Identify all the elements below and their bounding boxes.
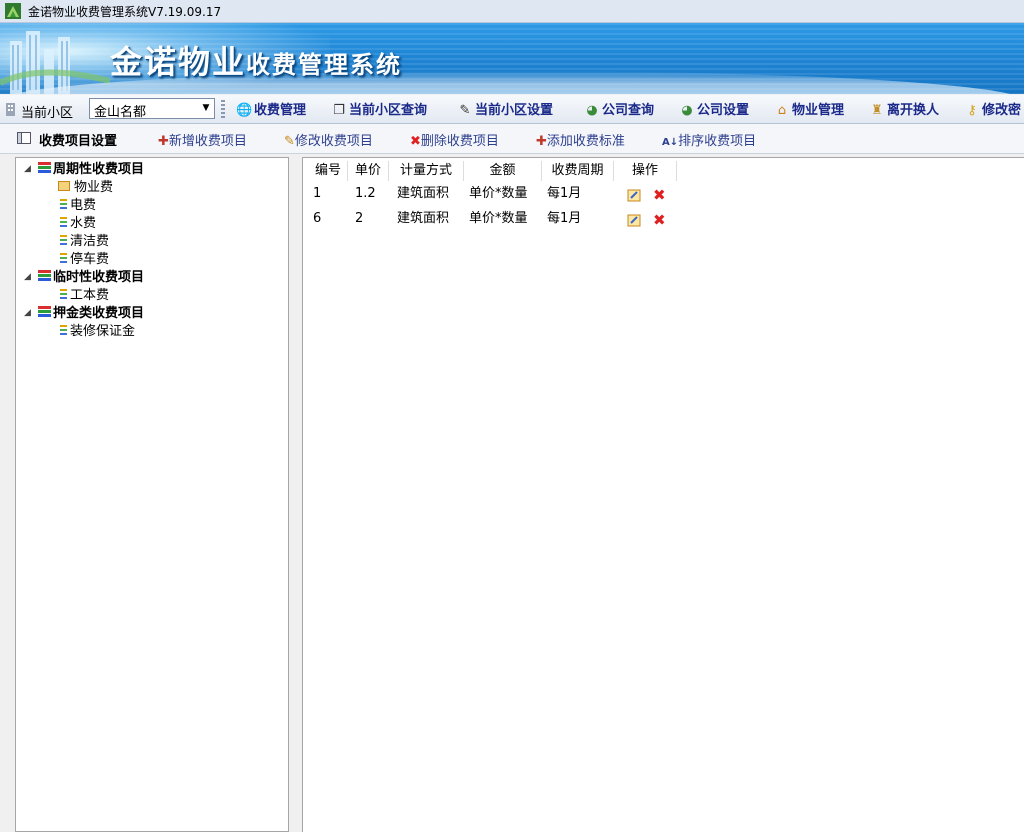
cell-price: 2 <box>355 211 364 226</box>
title-bar: 金诺物业收费管理系统V7.19.09.17 <box>0 0 1024 23</box>
expander-icon[interactable]: ◢ <box>24 164 34 174</box>
tree-group-periodic[interactable]: 周期性收费项目 <box>38 161 144 179</box>
house-icon: ⌂ <box>777 103 787 118</box>
tree-item-property-fee[interactable]: 物业费 <box>58 179 113 197</box>
brand-logo-text: 金诺物业收费管理系统 <box>110 43 403 81</box>
cell-cycle: 每1月 <box>547 211 582 226</box>
cell-amount: 单价*数量 <box>469 211 528 226</box>
item-icon <box>60 288 67 300</box>
column-header-cycle[interactable]: 收费周期 <box>542 161 614 181</box>
charge-standard-grid: 编号 单价 计量方式 金额 收费周期 操作 1 1.2 建筑面积 单价*数量 每… <box>302 157 1024 832</box>
item-icon <box>60 234 67 246</box>
edit-row-icon[interactable] <box>627 188 641 202</box>
tree-item-parking-fee[interactable]: 停车费 <box>60 251 109 269</box>
edit-row-icon[interactable] <box>627 213 641 227</box>
edit-icon: ✎ <box>284 134 295 149</box>
expander-icon[interactable]: ◢ <box>24 308 34 318</box>
switch-user-button[interactable]: ♜ 离开换人 <box>869 99 939 119</box>
tree-item-material-fee[interactable]: 工本费 <box>60 287 109 305</box>
app-logo-icon <box>5 3 21 19</box>
property-management-button[interactable]: ⌂ 物业管理 <box>774 99 844 119</box>
tree-item-electricity-fee[interactable]: 电费 <box>60 197 96 215</box>
item-icon <box>60 198 67 210</box>
cell-amount: 单价*数量 <box>469 186 528 201</box>
sub-toolbar: 收费项目设置 ✚新增收费项目 ✎修改收费项目 ✖删除收费项目 ✚添加收费标准 A… <box>0 124 1024 154</box>
key-icon: ⚷ <box>967 103 977 118</box>
toolbar-grip[interactable] <box>221 100 225 118</box>
delete-row-icon[interactable]: ✖ <box>653 188 666 203</box>
item-icon <box>60 252 67 264</box>
company-query-button[interactable]: ◕ 公司查询 <box>584 99 654 119</box>
building-icon <box>6 103 15 116</box>
delete-row-icon[interactable]: ✖ <box>653 213 666 228</box>
expander-icon[interactable]: ◢ <box>24 272 34 282</box>
category-stack-icon <box>38 306 51 318</box>
cell-cycle: 每1月 <box>547 186 582 201</box>
user-switch-icon: ♜ <box>871 103 883 118</box>
globe-icon: ◕ <box>681 103 693 118</box>
charge-item-tree: ◢ 周期性收费项目 物业费 电费 水费 清洁费 停车费 ◢ 临时性收费项目 工本… <box>15 157 289 832</box>
current-community-query-button[interactable]: ❐ 当前小区查询 <box>331 99 427 119</box>
category-stack-icon <box>38 270 51 282</box>
cell-price: 1.2 <box>355 186 376 201</box>
edit-item-icon <box>58 180 71 192</box>
column-header-price[interactable]: 单价 <box>348 161 389 181</box>
globe-money-icon: 🌐 <box>236 103 253 118</box>
column-header-actions[interactable]: 操作 <box>614 161 677 181</box>
tree-item-cleaning-fee[interactable]: 清洁费 <box>60 233 109 251</box>
edit-charge-item-button[interactable]: ✎修改收费项目 <box>284 130 373 149</box>
app-banner: 金诺物业收费管理系统 <box>0 23 1024 94</box>
column-header-id[interactable]: 编号 <box>309 161 348 181</box>
cell-id: 1 <box>313 186 322 201</box>
charge-management-button[interactable]: 🌐 收费管理 <box>236 99 306 119</box>
page-title: 收费项目设置 <box>39 134 118 149</box>
company-settings-button[interactable]: ◕ 公司设置 <box>679 99 749 119</box>
item-icon <box>60 324 67 336</box>
window-title: 金诺物业收费管理系统V7.19.09.17 <box>28 5 222 19</box>
delete-charge-item-button[interactable]: ✖删除收费项目 <box>410 130 499 149</box>
tree-group-deposit[interactable]: 押金类收费项目 <box>38 305 144 323</box>
document-icon: ❐ <box>333 103 345 118</box>
tree-item-water-fee[interactable]: 水费 <box>60 215 96 233</box>
cell-measure: 建筑面积 <box>397 211 450 226</box>
column-header-amount[interactable]: 金额 <box>464 161 542 181</box>
column-header-measure[interactable]: 计量方式 <box>389 161 464 181</box>
change-password-button[interactable]: ⚷ 修改密 <box>964 99 1021 119</box>
item-icon <box>60 216 67 228</box>
current-community-settings-button[interactable]: ✎ 当前小区设置 <box>457 99 553 119</box>
globe-icon: ◕ <box>586 103 598 118</box>
add-charge-standard-button[interactable]: ✚添加收费标准 <box>536 130 625 149</box>
plus-icon: ✚ <box>158 134 169 149</box>
chevron-down-icon: ▼ <box>202 103 210 113</box>
category-stack-icon <box>38 162 51 174</box>
add-charge-item-button[interactable]: ✚新增收费项目 <box>158 130 247 149</box>
main-toolbar: 当前小区 金山名都 ▼ 🌐 收费管理 ❐ 当前小区查询 ✎ 当前小区设置 ◕ 公司查询 … <box>0 95 1024 124</box>
sort-icon: A↓ <box>662 137 679 148</box>
tree-group-temporary[interactable]: 临时性收费项目 <box>38 269 144 287</box>
panel-icon <box>17 132 31 144</box>
delete-icon: ✖ <box>410 134 421 149</box>
plus-icon: ✚ <box>536 134 547 149</box>
notepad-icon: ✎ <box>459 103 471 118</box>
cell-measure: 建筑面积 <box>397 186 450 201</box>
tree-item-renovation-deposit[interactable]: 装修保证金 <box>60 323 135 341</box>
sort-charge-items-button[interactable]: A↓排序收费项目 <box>662 130 756 149</box>
cell-id: 6 <box>313 211 322 226</box>
community-label: 当前小区 <box>21 106 74 121</box>
community-select[interactable]: 金山名都 ▼ <box>89 98 215 120</box>
